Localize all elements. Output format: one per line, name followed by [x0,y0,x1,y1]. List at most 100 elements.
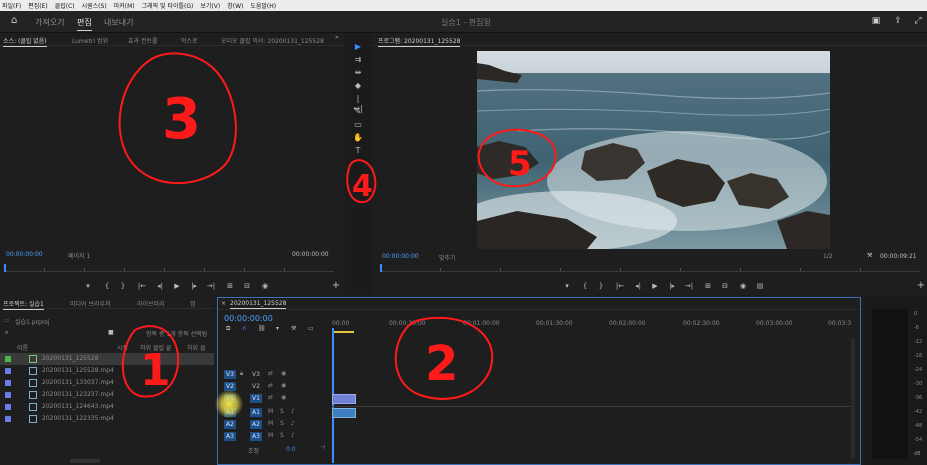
timeline-scrollbar[interactable] [851,338,855,458]
program-mark-in-icon[interactable]: { [580,281,590,291]
add-marker-icon[interactable]: ▾ [83,281,93,291]
slip-tool-icon[interactable]: |↔| [352,94,364,113]
menu-view[interactable]: 보기(V) [200,1,220,10]
insert-icon[interactable]: ⊞ [225,281,235,291]
overwrite-icon[interactable]: ⊟ [242,281,252,291]
program-add-marker-icon[interactable]: ▾ [562,281,572,291]
program-timecode-in[interactable]: 00:00:00:00 [382,253,419,260]
track-name-a2[interactable]: A2 [250,420,262,429]
type-tool-icon[interactable]: T [352,146,364,156]
tab-mixer[interactable]: 믹스로 [181,36,198,45]
track-name-a3[interactable]: A3 [250,432,262,441]
program-mark-out-icon[interactable]: } [596,281,606,291]
menu-graphics[interactable]: 그래픽 및 타이틀(G) [142,1,194,10]
mix-value[interactable]: 0.0 [286,446,296,453]
panel-menu-icon[interactable]: » [335,34,339,41]
sync-lock-icon[interactable]: ⇄ [268,370,273,377]
audio-clip-a1[interactable] [332,408,356,418]
workspaces-icon[interactable]: ▣ [871,16,881,26]
source-page-select[interactable]: 페이지 1 [68,251,90,260]
step-back-icon[interactable]: ◂| [155,281,165,291]
eye-icon[interactable]: ◉ [281,370,286,377]
source-timecode-in[interactable]: 00:00:00:00 [6,251,43,258]
program-step-forward-icon[interactable]: |▸ [667,281,677,291]
track-name-v1[interactable]: V1 [250,394,262,403]
settings-wrench-icon[interactable]: ⚒ [867,252,872,259]
column-subclip[interactable]: 하위 클 [187,343,205,352]
selection-tool-icon[interactable]: ▶ [352,42,364,52]
tab-media-browser[interactable]: 미디어 브라우저 [70,299,111,308]
list-item[interactable]: 20200131_122335.mp4 [0,413,214,425]
tab-export[interactable]: 내보내기 [104,17,133,28]
list-item[interactable]: 20200131_133037.mp4 [0,377,214,389]
track-target-a3[interactable]: A3 [224,432,236,441]
tab-lumetri-scopes[interactable]: Lumetri 범위 [72,36,108,45]
lock-icon[interactable]: 🔒︎ [240,370,243,378]
captions-icon[interactable]: ▭ [308,325,314,332]
track-name-a1[interactable]: A1 [250,408,262,417]
menu-clip[interactable]: 클립(C) [55,1,75,10]
program-playhead[interactable] [380,264,382,272]
tab-info[interactable]: 정 [190,299,196,308]
extract-icon[interactable]: ⊟ [720,281,730,291]
mark-out-icon[interactable]: } [118,281,128,291]
list-item[interactable]: 20200131_124643.mp4 [0,401,214,413]
menu-help[interactable]: 도움말(H) [250,1,276,10]
project-folder-icon[interactable]: ▭ [4,317,10,324]
track-select-tool-icon[interactable]: ⇉ [352,55,364,65]
timeline-timecode[interactable]: 00:00:00:00 [224,314,273,323]
program-ruler[interactable] [380,260,920,272]
program-step-back-icon[interactable]: ◂| [633,281,643,291]
tab-import[interactable]: 가져오기 [35,17,64,28]
tab-sequence[interactable]: 20200131_125528 [230,300,287,309]
project-scrollbar[interactable] [70,459,100,463]
eye-icon[interactable]: ◉ [281,382,286,389]
program-button-editor-icon[interactable]: + [916,281,926,291]
timeline-settings-icon[interactable]: ⚒ [291,325,296,332]
button-editor-icon[interactable]: + [331,281,341,291]
sync-lock-icon[interactable]: ⇄ [268,394,273,401]
share-icon[interactable]: ⇪ [893,16,903,26]
source-ruler[interactable] [4,260,334,272]
menu-marker[interactable]: 마커(M) [114,1,135,10]
ripple-edit-tool-icon[interactable]: ⇹ [352,68,364,78]
tab-program[interactable]: 프로그램: 20200131_125528 [378,36,461,47]
go-to-in-icon[interactable]: |← [137,281,147,291]
go-to-out-icon[interactable]: →| [206,281,216,291]
sync-lock-icon[interactable]: ⇄ [268,382,273,389]
mic-icon[interactable]: ♪ [291,420,295,427]
menu-window[interactable]: 창(W) [227,1,243,10]
mic-icon[interactable]: ♪ [291,432,295,439]
fullscreen-icon[interactable]: ⤢ [913,16,923,26]
home-icon[interactable]: ⌂ [11,16,21,26]
mute-icon[interactable]: M [268,408,273,415]
mix-toggle-icon[interactable]: ⊣ [320,444,325,451]
track-target-v3[interactable]: V3 [224,370,236,379]
timeline-ruler[interactable]: 00:00 00:00:30:00 00:01:00:00 00:01:30:0… [332,316,852,330]
mute-icon[interactable]: M [268,420,273,427]
track-target-a2[interactable]: A2 [224,420,236,429]
eye-icon[interactable]: ◉ [281,394,286,401]
tab-effect-controls[interactable]: 효과 컨트롤 [128,36,158,45]
comparison-view-icon[interactable]: ▤ [755,281,765,291]
add-marker-icon[interactable]: ▾ [276,325,279,332]
nest-icon[interactable]: ⧉ [226,325,230,333]
export-frame-icon[interactable]: ◉ [260,281,270,291]
menu-file[interactable]: 파일(F) [2,1,21,10]
new-bin-icon[interactable]: ■ [108,329,114,336]
program-go-to-in-icon[interactable]: |← [615,281,625,291]
snap-icon[interactable]: ∩ [242,325,246,332]
list-item[interactable]: 20200131_125528 [0,353,214,365]
close-tab-icon[interactable]: × [221,300,226,307]
solo-icon[interactable]: S [280,408,284,415]
video-clip-v1[interactable] [332,394,356,404]
mic-icon[interactable]: ♪ [291,408,295,415]
column-name[interactable]: 이름 [17,343,28,352]
list-item[interactable]: 20200131_125528.mp4 [0,365,214,377]
play-icon[interactable]: ▶ [172,281,182,291]
pen-tool-icon[interactable]: ✎ [352,107,364,117]
solo-icon[interactable]: S [280,420,284,427]
menu-edit[interactable]: 편집(E) [28,1,48,10]
tab-project[interactable]: 프로젝트: 실습1 [3,299,44,310]
list-item[interactable]: 20200131_123237.mp4 [0,389,214,401]
